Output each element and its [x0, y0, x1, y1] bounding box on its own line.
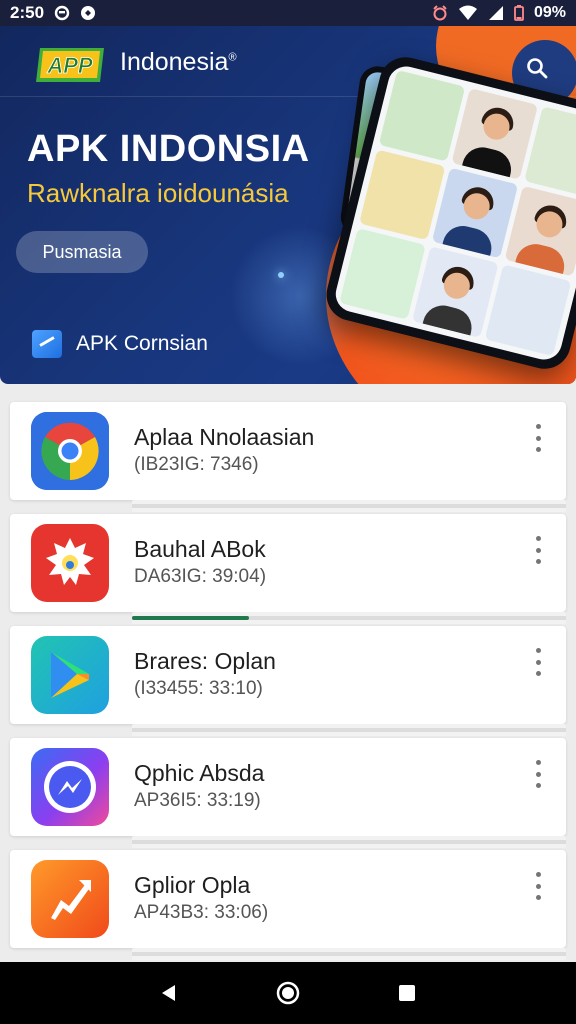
download-progress: [132, 724, 566, 736]
brand-title-mark: ®: [228, 51, 237, 64]
app-name: Gplior Opla: [134, 872, 251, 898]
status-bar: 2:50 09%: [0, 0, 576, 26]
brand-title: Indonesia®: [120, 48, 237, 77]
hero-footer-link[interactable]: APK Cornsian: [32, 330, 208, 358]
battery-percent: 09%: [533, 4, 566, 21]
list-item[interactable]: Brares: Oplan (I33455: 33:10): [10, 626, 566, 736]
back-icon[interactable]: [149, 973, 189, 1013]
apk-icon: [32, 330, 62, 358]
hero-footer-label: APK Cornsian: [76, 332, 208, 355]
download-progress: [132, 500, 566, 512]
hero-banner[interactable]: APP Indonesia® APK INDONSIA Rawknalra io…: [0, 26, 576, 384]
hero-pill-button[interactable]: Pusmasia: [16, 231, 148, 273]
app-meta: (IB23IG: 7346): [134, 454, 259, 475]
status-time: 2:50: [10, 3, 45, 22]
logo-text: APP: [46, 53, 93, 78]
more-options-icon[interactable]: [530, 760, 546, 788]
app-name: Bauhal ABok: [134, 536, 266, 562]
hero-light-dot: [278, 272, 284, 278]
shortcut-arrow-icon: [31, 860, 109, 938]
search-icon: [527, 58, 548, 79]
list-item[interactable]: Aplaa Nnolaasian (IB23IG: 7346): [10, 402, 566, 512]
chrome-icon: [31, 412, 109, 490]
app-logo: APP: [36, 48, 104, 82]
list-item[interactable]: Bauhal ABok DA63IG: 39:04): [10, 514, 566, 624]
messenger-icon: [31, 748, 109, 826]
system-nav-bar: [0, 962, 576, 1024]
recents-icon[interactable]: [387, 973, 427, 1013]
app-name: Brares: Oplan: [134, 648, 276, 674]
list-item[interactable]: Qphic Absda AP36I5: 33:19): [10, 738, 566, 848]
battery-icon: [514, 5, 524, 21]
hero-subheadline: Rawknalra ioidounásia: [27, 178, 289, 208]
app-meta: AP43B3: 33:06): [134, 902, 269, 923]
more-options-icon[interactable]: [530, 536, 546, 564]
more-options-icon[interactable]: [530, 872, 546, 900]
app-name: Qphic Absda: [134, 760, 265, 786]
more-options-icon[interactable]: [530, 648, 546, 676]
app-meta: AP36I5: 33:19): [134, 790, 261, 811]
wifi-icon: [458, 5, 477, 20]
app-name: Aplaa Nnolaasian: [134, 424, 315, 450]
app-meta: (I33455: 33:10): [134, 678, 263, 699]
list-item[interactable]: Gplior Opla AP43B3: 33:06): [10, 850, 566, 960]
download-progress: [132, 948, 566, 960]
data-saver-icon: [81, 6, 96, 20]
message-icon: [54, 5, 70, 21]
more-options-icon[interactable]: [530, 424, 546, 452]
app-meta: DA63IG: 39:04): [134, 566, 267, 587]
hero-headline: APK INDONSIA: [27, 128, 310, 170]
play-store-icon: [31, 636, 109, 714]
brand-title-text: Indonesia: [120, 48, 229, 76]
spiky-bug-icon: [31, 524, 109, 602]
download-progress: [132, 836, 566, 848]
alarm-icon: [433, 5, 447, 21]
home-icon[interactable]: [268, 973, 308, 1013]
signal-icon: [488, 6, 503, 20]
download-progress: [132, 612, 566, 624]
app-list: Aplaa Nnolaasian (IB23IG: 7346) Bauhal A…: [10, 402, 566, 962]
